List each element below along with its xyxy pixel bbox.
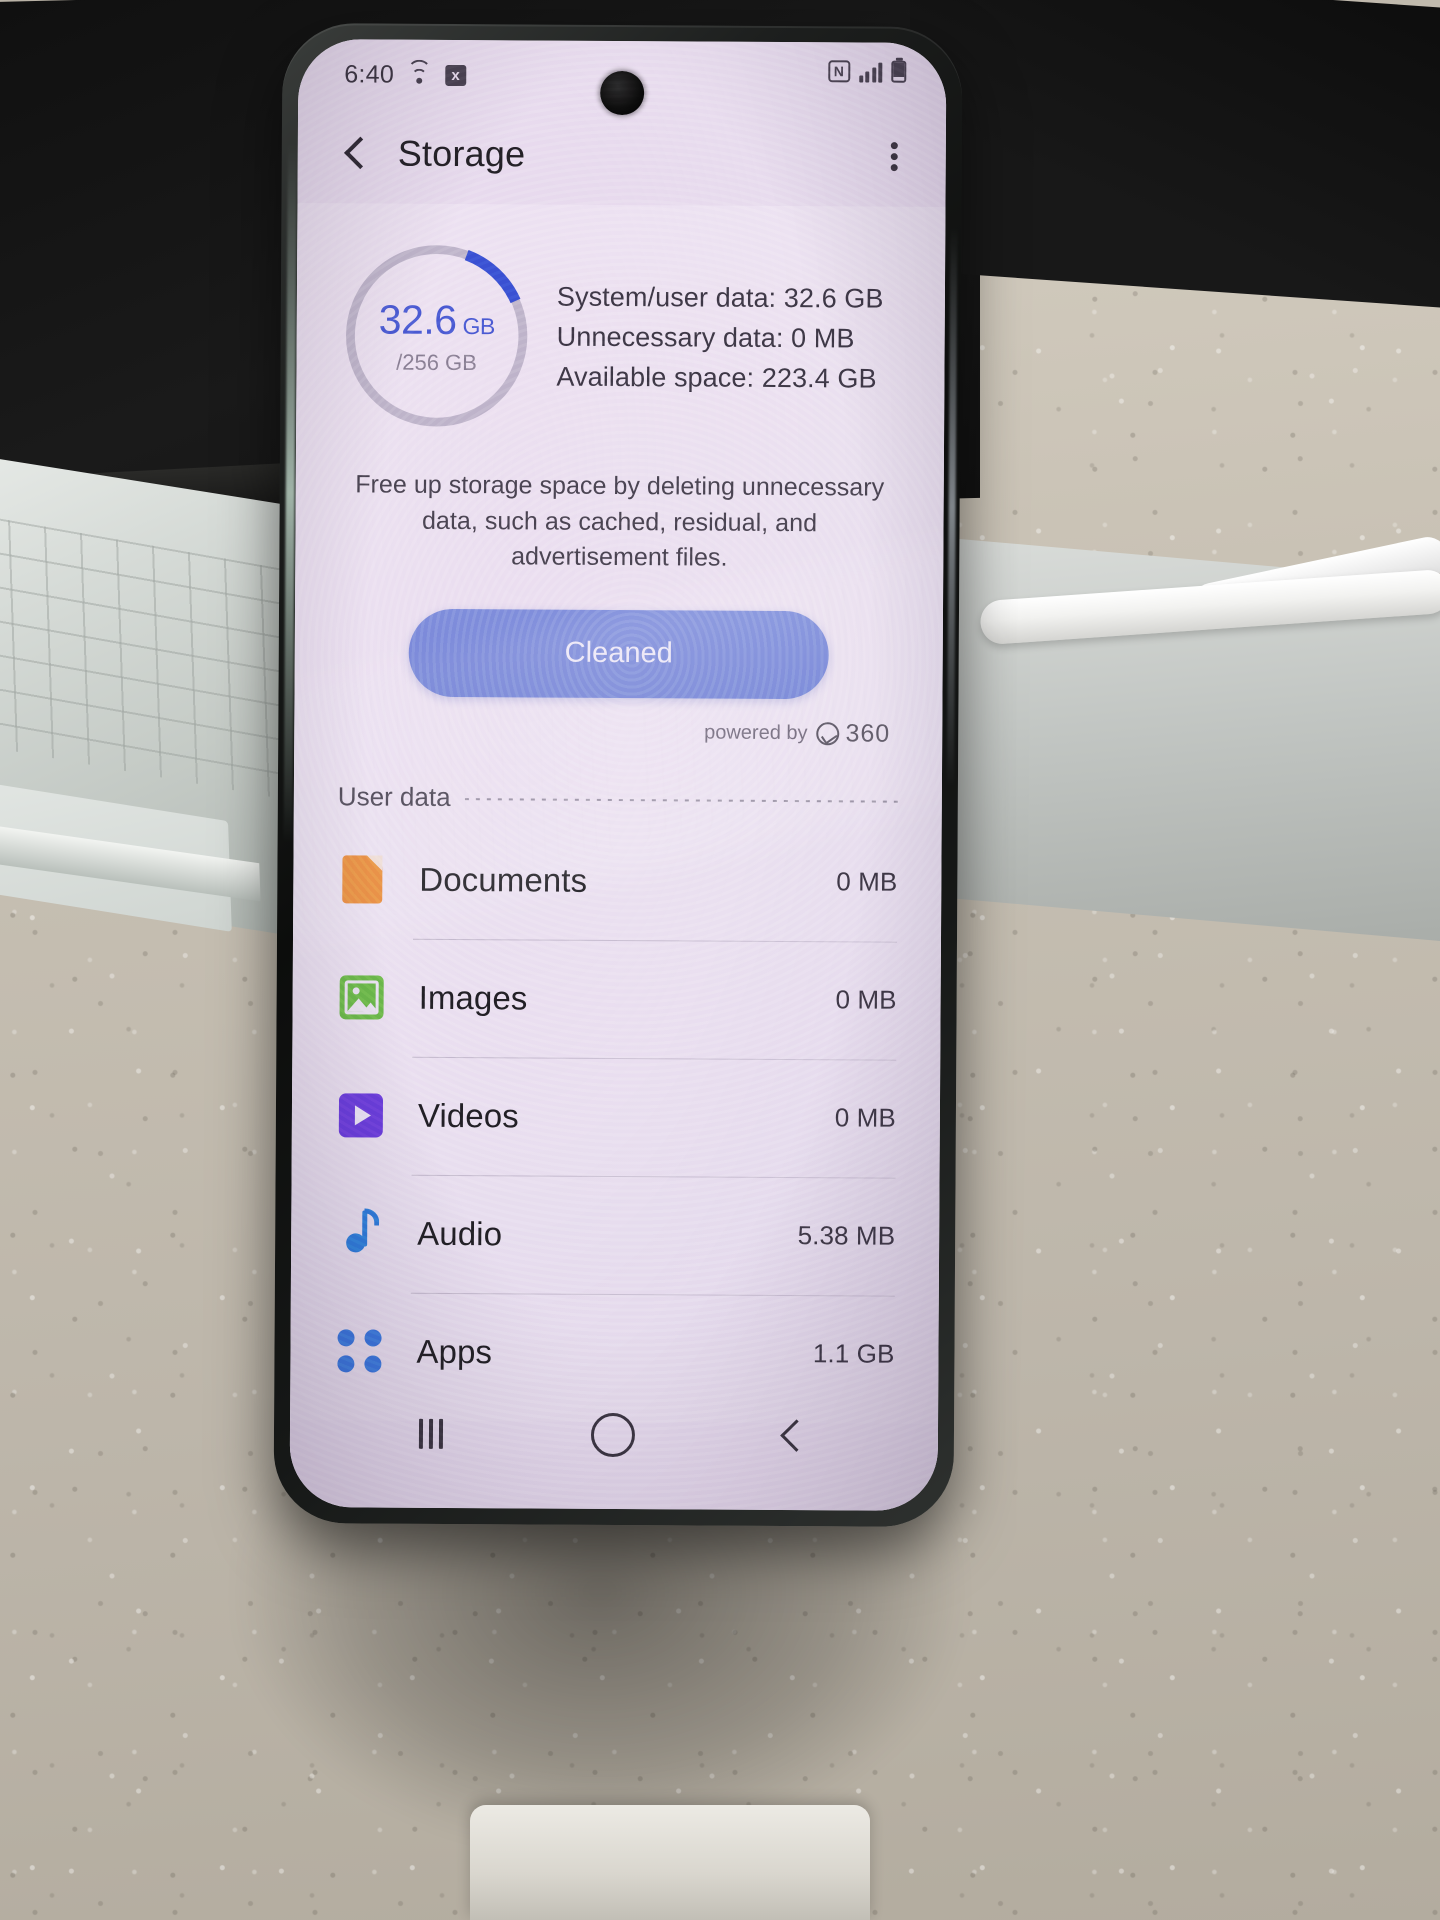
powered-by-label: powered by: [704, 721, 808, 744]
list-item-label: Documents: [419, 860, 588, 899]
user-data-section-header: User data: [294, 745, 942, 816]
document-icon: [333, 854, 391, 904]
storage-detail-lines: System/user data: 32.6 GB Unnecessary da…: [556, 281, 883, 394]
nfc-icon: N: [827, 60, 850, 83]
user-data-list: Documents 0 MB Images 0 MB Videos 0 MB A…: [290, 820, 942, 1414]
list-item[interactable]: Audio 5.38 MB: [291, 1174, 940, 1296]
storage-description: Free up storage space by deleting unnece…: [355, 470, 885, 572]
list-item-label: Apps: [416, 1332, 493, 1370]
list-item-label: Audio: [417, 1214, 503, 1252]
storage-ring: 32.6 GB /256 GB: [338, 237, 535, 434]
360-logo-icon: 360: [816, 719, 890, 748]
page-title: Storage: [397, 132, 526, 175]
list-item[interactable]: Videos 0 MB: [292, 1056, 941, 1178]
360-brand-label: 360: [845, 718, 891, 748]
audio-icon: [331, 1207, 389, 1258]
storage-settings-app: 6:40 x N Storage 32.6 GB /256 GB System/…: [289, 39, 947, 1511]
home-icon[interactable]: [590, 1412, 636, 1458]
list-item-size: 0 MB: [834, 1102, 897, 1133]
unnecessary-data-line: Unnecessary data: 0 MB: [556, 321, 855, 353]
list-item-label: Videos: [417, 1096, 519, 1134]
list-item-label: Images: [418, 978, 528, 1016]
more-options-icon[interactable]: [890, 138, 898, 175]
storage-total-label: /256 GB: [396, 349, 477, 375]
360-glyph: [816, 721, 840, 745]
powered-by-row: powered by 360: [294, 696, 942, 749]
wifi-icon: [407, 59, 432, 85]
status-bar-left: 6:40 x: [344, 59, 467, 90]
clean-button-row: Cleaned: [294, 574, 943, 700]
storage-ring-labels: 32.6 GB /256 GB: [338, 237, 535, 434]
list-item-size: 0 MB: [835, 984, 897, 1015]
nav-back-icon[interactable]: [773, 1418, 809, 1454]
phone-device: 6:40 x N Storage 32.6 GB /256 GB System/…: [273, 22, 963, 1528]
signal-bars-icon: [858, 61, 883, 83]
recents-icon[interactable]: [418, 1418, 453, 1449]
battery-icon: [891, 60, 907, 83]
storage-used-unit: GB: [462, 312, 495, 339]
storage-card: 32.6 GB /256 GB System/user data: 32.6 G…: [290, 203, 946, 1424]
status-bar-clock: 6:40: [344, 59, 395, 89]
list-item-size: 0 MB: [836, 866, 898, 897]
app-bar: Storage: [298, 109, 947, 201]
storage-used-value: 32.6 GB: [379, 296, 495, 344]
phone-edge-highlight-right: [946, 227, 958, 788]
dark-monitor-screen-right: [910, 0, 1440, 310]
user-data-label: User data: [337, 780, 451, 812]
video-icon: [332, 1092, 390, 1138]
back-arrow-icon[interactable]: [336, 133, 376, 173]
storage-used-number: 32.6: [378, 296, 457, 343]
clean-button[interactable]: Cleaned: [408, 608, 830, 699]
list-item-size: 1.1 GB: [812, 1338, 895, 1369]
storage-summary: 32.6 GB /256 GB System/user data: 32.6 G…: [296, 203, 945, 443]
list-item[interactable]: Documents 0 MB: [293, 820, 942, 942]
phone-stand: [470, 1805, 870, 1920]
front-camera-punch-hole: [600, 70, 645, 116]
available-space-line: Available space: 223.4 GB: [556, 361, 877, 394]
phone-screen: 6:40 x N Storage 32.6 GB /256 GB System/…: [289, 39, 947, 1511]
apps-icon: [330, 1328, 388, 1373]
list-item[interactable]: Images 0 MB: [292, 938, 941, 1060]
section-dotted-divider: [464, 798, 898, 803]
x-badge-icon: x: [445, 64, 467, 86]
list-item-size: 5.38 MB: [797, 1220, 896, 1251]
system-nav-bar: [290, 1377, 939, 1511]
system-user-data-line: System/user data: 32.6 GB: [556, 281, 884, 314]
image-icon: [333, 974, 391, 1020]
status-bar-right: N: [827, 60, 907, 83]
